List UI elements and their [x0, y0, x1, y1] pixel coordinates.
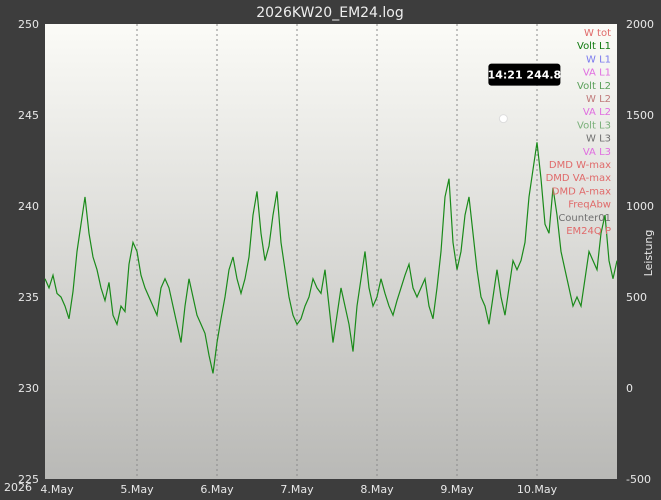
legend-item[interactable]: Volt L3 [577, 120, 611, 131]
chart: 2026KW20_EM24.log 225230235240245250 -50… [4, 5, 655, 496]
corner-label: 2026 [4, 481, 32, 494]
x-tick-label: 8.May [360, 483, 394, 496]
legend-item[interactable]: W tot [584, 28, 611, 39]
legend-item[interactable]: EM24Q P [566, 226, 611, 237]
y2-tick-label: 1500 [626, 109, 654, 122]
legend-item[interactable]: VA L3 [583, 147, 611, 158]
x-axis: 4.May 5.May 6.May 7.May 8.May 9.May 10.May [40, 483, 557, 496]
legend-item[interactable]: VA L2 [583, 107, 611, 118]
legend-item[interactable]: DMD W-max [549, 160, 611, 171]
x-tick-label: 5.May [120, 483, 154, 496]
legend-item[interactable]: FreqAbw [568, 200, 611, 211]
y-tick-label: 230 [18, 382, 39, 395]
y2-tick-label: 1000 [626, 200, 654, 213]
chart-title: 2026KW20_EM24.log [256, 5, 404, 21]
legend-item[interactable]: Volt L1 [577, 41, 611, 52]
y-tick-label: 235 [18, 291, 39, 304]
x-tick-label: 9.May [440, 483, 474, 496]
legend-item[interactable]: Volt L2 [577, 81, 611, 92]
tooltip-marker [498, 114, 508, 124]
y2-tick-label: 500 [626, 291, 647, 304]
tooltip-text: 14:21 244.8 [488, 69, 562, 82]
x-tick-label: 10.May [517, 483, 558, 496]
legend-item[interactable]: DMD A-max [552, 186, 611, 197]
legend-item[interactable]: W L1 [586, 54, 611, 65]
y2-axis-label: Leistung [642, 230, 655, 277]
y2-tick-label: -500 [626, 473, 651, 486]
legend-item[interactable]: DMD VA-max [546, 173, 612, 184]
y2-tick-label: 2000 [626, 18, 654, 31]
legend-item[interactable]: VA L1 [583, 68, 611, 79]
y-tick-label: 245 [18, 109, 39, 122]
x-tick-label: 4.May [40, 483, 74, 496]
legend-item[interactable]: Counter01 [558, 213, 611, 224]
legend-item[interactable]: W L2 [586, 94, 611, 105]
y-tick-label: 240 [18, 200, 39, 213]
y-axis-left: 225230235240245250 [18, 18, 39, 486]
legend-item[interactable]: W L3 [586, 134, 611, 145]
x-tick-label: 6.May [200, 483, 234, 496]
y-tick-label: 250 [18, 18, 39, 31]
x-tick-label: 7.May [280, 483, 314, 496]
y2-tick-label: 0 [626, 382, 633, 395]
